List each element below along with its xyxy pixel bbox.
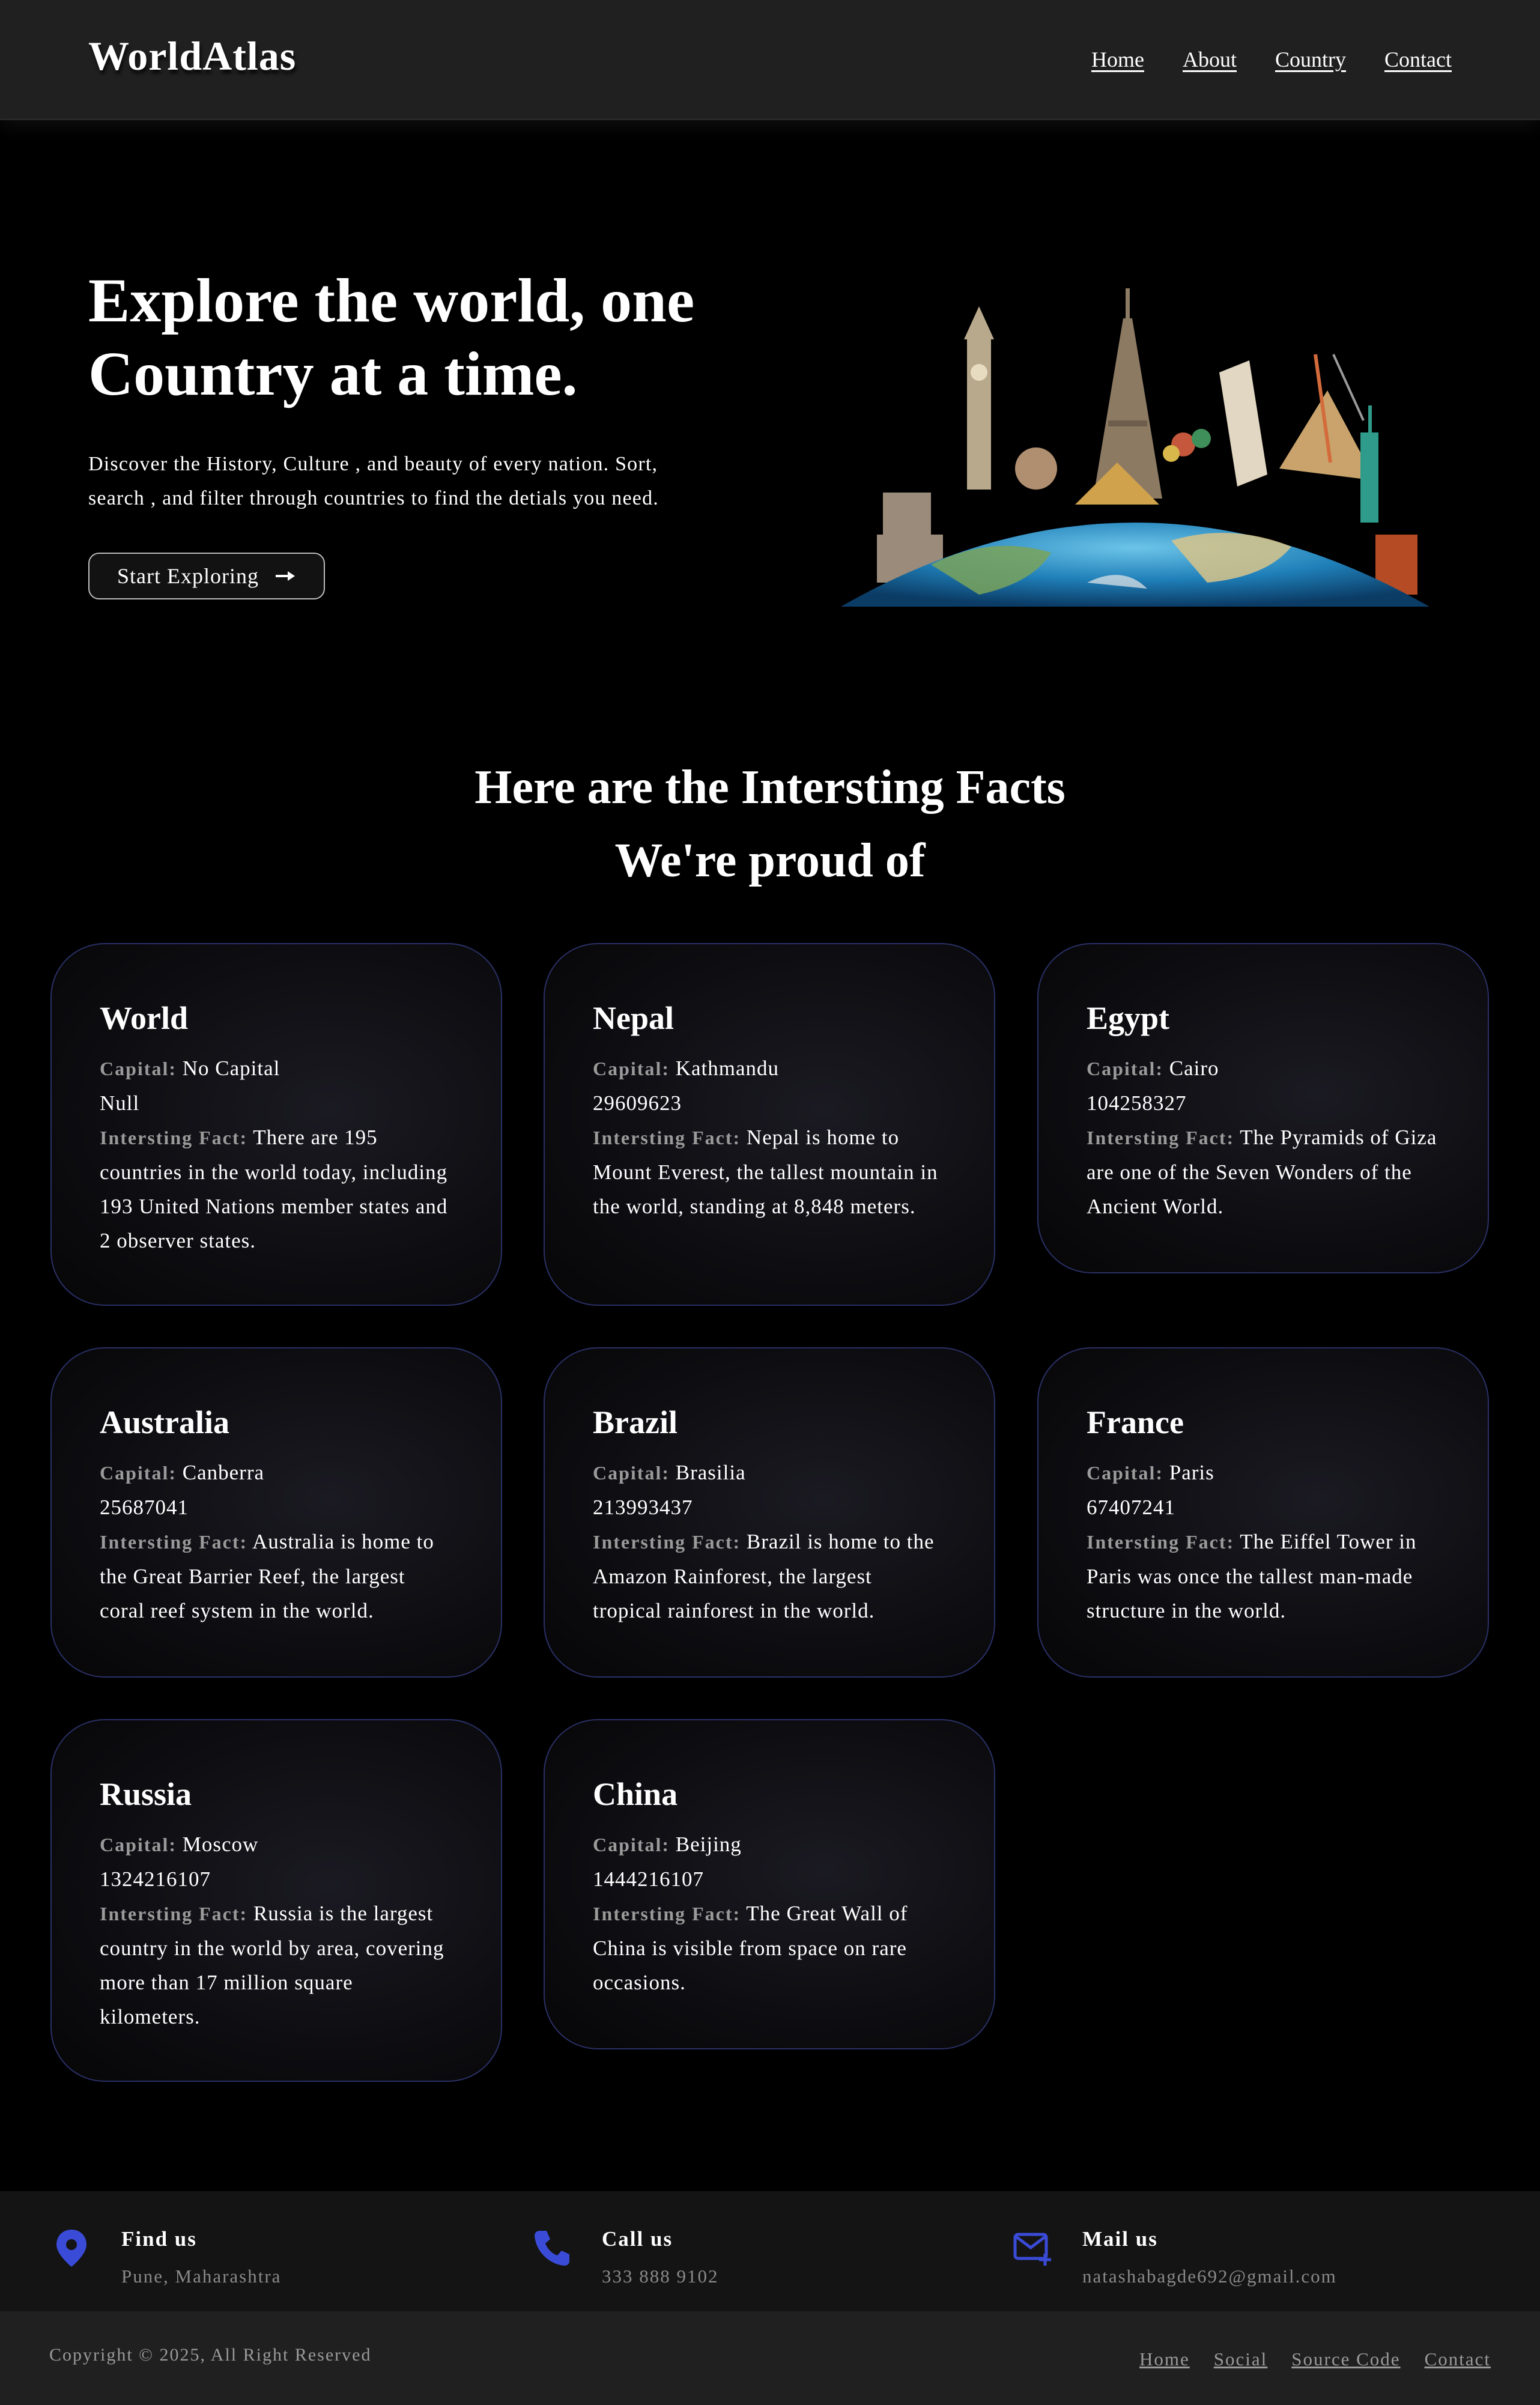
location-pin-icon	[56, 2230, 86, 2267]
copyright-text: Copyright © 2025, All Right Reserved	[49, 2345, 372, 2365]
population-value: 29609623	[593, 1091, 682, 1115]
capital-label: Capital:	[1087, 1462, 1163, 1484]
hero-description: Discover the History, Culture , and beau…	[88, 453, 659, 509]
country-card: Russia Capital: Moscow 1324216107 Inters…	[50, 1719, 502, 2082]
country-name: France	[1087, 1404, 1184, 1440]
fact-label: Intersting Fact:	[100, 1127, 248, 1148]
capital-value: Brasilia	[675, 1461, 746, 1484]
capital-value: Paris	[1169, 1461, 1214, 1484]
country-card: World Capital: No Capital Null Interstin…	[50, 943, 502, 1306]
capital-value: Canberra	[182, 1461, 265, 1484]
contact-value[interactable]: natashabagde692@gmail.com	[1082, 2266, 1337, 2287]
start-exploring-label: Start Exploring	[117, 564, 259, 588]
fact-label: Intersting Fact:	[100, 1531, 248, 1553]
contact-title: Find us	[121, 2227, 197, 2251]
footer-contact-strip: Find us Pune, Maharashtra Call us 333 88…	[0, 2191, 1540, 2311]
country-card: China Capital: Beijing 1444216107 Inters…	[544, 1719, 995, 2049]
capital-label: Capital:	[593, 1834, 670, 1855]
fact-label: Intersting Fact:	[593, 1903, 741, 1924]
site-logo[interactable]: WorldAtlas	[88, 32, 296, 80]
country-name: Russia	[100, 1776, 192, 1812]
population-value: 1444216107	[593, 1867, 704, 1891]
country-card: Egypt Capital: Cairo 104258327 Interstin…	[1037, 943, 1489, 1273]
country-name: World	[100, 1000, 189, 1036]
facts-title: Here are the Intersting Facts We're prou…	[0, 751, 1540, 897]
country-card: France Capital: Paris 67407241 Interstin…	[1037, 1347, 1489, 1678]
fact-label: Intersting Fact:	[1087, 1127, 1235, 1148]
hero-title: Explore the world, one Country at a time…	[88, 266, 695, 408]
capital-label: Capital:	[100, 1462, 177, 1484]
footer-home-link[interactable]: Home	[1139, 2349, 1190, 2370]
country-name: Brazil	[593, 1404, 678, 1440]
world-landmarks-image	[841, 288, 1429, 607]
capital-label: Capital:	[593, 1462, 670, 1484]
capital-value: No Capital	[182, 1057, 280, 1080]
arrow-right-icon	[275, 571, 295, 581]
nav-contact-link[interactable]: Contact	[1384, 47, 1452, 72]
population-value: 104258327	[1087, 1091, 1187, 1115]
country-card: Brazil Capital: Brasilia 213993437 Inter…	[544, 1347, 995, 1678]
capital-value: Kathmandu	[675, 1057, 780, 1080]
country-name: Egypt	[1087, 1000, 1170, 1036]
capital-label: Capital:	[100, 1058, 177, 1079]
phone-icon	[535, 2231, 569, 2266]
capital-label: Capital:	[1087, 1058, 1163, 1079]
population-value: Null	[100, 1091, 140, 1115]
footer-bottom-bar: Copyright © 2025, All Right Reserved Hom…	[0, 2311, 1540, 2405]
capital-value: Moscow	[182, 1833, 259, 1856]
fact-label: Intersting Fact:	[100, 1903, 248, 1924]
mail-add-icon	[1013, 2233, 1051, 2266]
footer-social-link[interactable]: Social	[1214, 2349, 1268, 2370]
site-header: WorldAtlas Home About Country Contact	[0, 0, 1540, 120]
country-card: Nepal Capital: Kathmandu 29609623 Inters…	[544, 943, 995, 1306]
main-nav: Home About Country Contact	[1091, 47, 1452, 72]
nav-about-link[interactable]: About	[1183, 47, 1237, 72]
fact-label: Intersting Fact:	[593, 1127, 741, 1148]
capital-value: Beijing	[675, 1833, 742, 1856]
contact-title: Mail us	[1082, 2227, 1158, 2251]
fact-label: Intersting Fact:	[1087, 1531, 1235, 1553]
footer-source-code-link[interactable]: Source Code	[1291, 2349, 1400, 2370]
contact-value: 333 888 9102	[602, 2266, 719, 2287]
country-name: China	[593, 1776, 678, 1812]
capital-value: Cairo	[1169, 1057, 1219, 1080]
country-card: Australia Capital: Canberra 25687041 Int…	[50, 1347, 502, 1678]
fact-label: Intersting Fact:	[593, 1531, 741, 1553]
facts-title-line1: Here are the Intersting Facts	[474, 761, 1066, 814]
nav-home-link[interactable]: Home	[1091, 47, 1144, 72]
contact-title: Call us	[602, 2227, 673, 2251]
population-value: 25687041	[100, 1496, 189, 1519]
country-name: Australia	[100, 1404, 229, 1440]
capital-label: Capital:	[100, 1834, 177, 1855]
start-exploring-button[interactable]: Start Exploring	[88, 553, 325, 599]
capital-label: Capital:	[593, 1058, 670, 1079]
footer-contact-link[interactable]: Contact	[1425, 2349, 1491, 2370]
contact-value: Pune, Maharashtra	[121, 2266, 282, 2287]
population-value: 213993437	[593, 1496, 693, 1519]
footer-links: Home Social Source Code Contact	[1139, 2349, 1491, 2370]
facts-title-line2: We're proud of	[614, 834, 926, 887]
country-name: Nepal	[593, 1000, 674, 1036]
nav-country-link[interactable]: Country	[1275, 47, 1346, 72]
population-value: 1324216107	[100, 1867, 211, 1891]
population-value: 67407241	[1087, 1496, 1175, 1519]
